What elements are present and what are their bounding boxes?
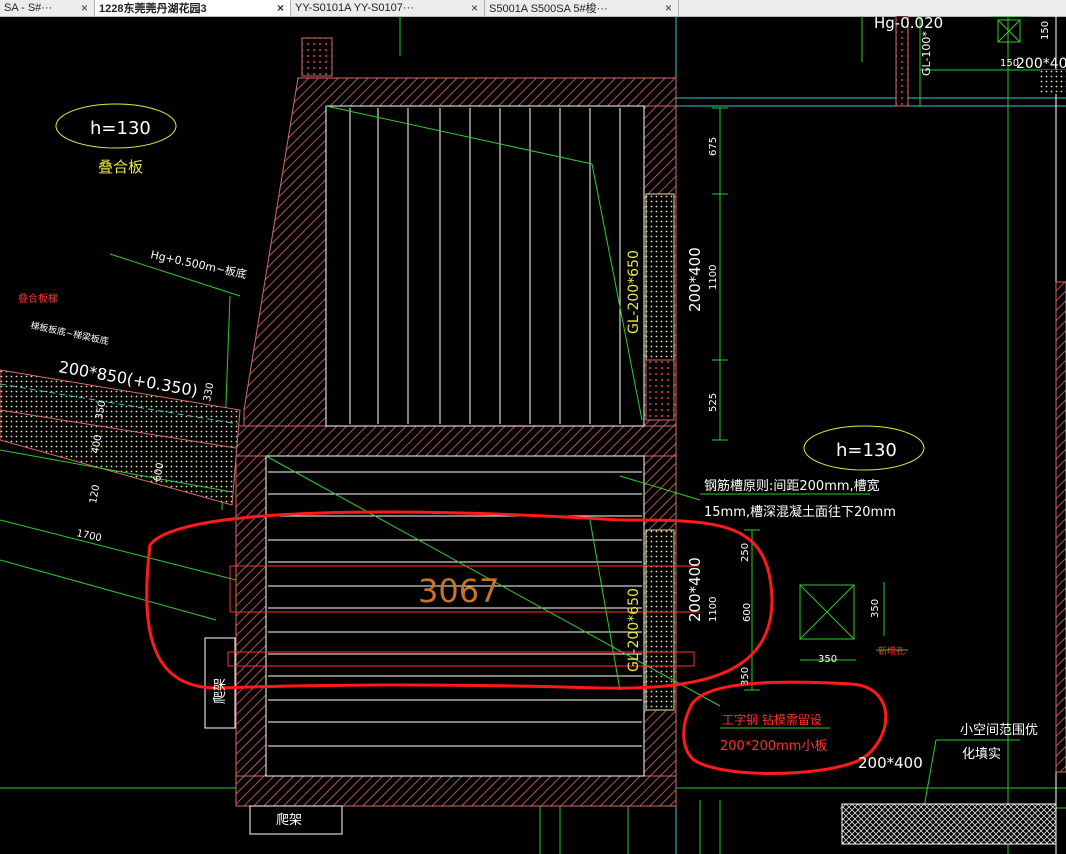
dim-250: 250 [740,543,751,562]
dimension-3067: 3067 [418,572,499,610]
beam-200x400-c: 200*400 [858,754,923,772]
steel-beam-note: 工字钢 钻模需留设 [722,712,822,727]
dim-350-d: 350 [818,654,837,665]
close-icon[interactable]: × [471,1,478,15]
right-wall-hatch [1055,281,1066,773]
fill-pad-hatch [841,803,1057,845]
drawing-tab-bar: SA - S#··· × 1228东莞莞丹湖花园3 × YY-S0101A YY… [0,0,1066,17]
climb-frame-label-1: 爬架 [213,678,228,704]
cad-drawing-canvas[interactable]: h=130 叠合板 h=130 Hg-0.020 GL-100* 150 150… [0,16,1066,854]
gl-top-label: GL-100* [920,31,933,76]
dim-150-a: 150 [1040,21,1051,40]
tab-label: YY-S0101A YY-S0107··· [295,2,414,14]
tab-drawing-2[interactable]: 1228东莞莞丹湖花园3 × [95,0,291,16]
close-icon[interactable]: × [665,1,672,15]
small-plate-note: 200*200mm小板 [720,739,827,754]
gap-note-2: 化填实 [962,747,1001,762]
beam-200x400-a: 200*400 [686,247,704,312]
close-icon[interactable]: × [277,1,284,15]
dim-350-c: 350 [870,599,881,618]
dim-1100-a: 1100 [708,265,719,290]
elevation-note: Hg+0.500m~板底 [149,247,248,281]
composite-stair-label: 叠合板梯 [18,292,58,305]
dim-600-b: 600 [742,603,753,622]
upper-slab-strips [325,105,645,427]
beam-200x40-label: 200*40 [1016,56,1066,72]
stair-note: 梯板板底~梯梁板底 [29,319,109,347]
dim-350-b: 350 [740,667,751,686]
new-hole-label: 新增孔 [878,645,905,657]
composite-slab-label: 叠合板 [98,158,143,176]
hole-symbols [799,19,1021,640]
gl-beam-a: GL-200*650 [626,250,642,334]
elevation-top: Hg-0.020 [874,16,943,32]
lower-slab-strips [265,455,645,777]
tab-drawing-3[interactable]: YY-S0101A YY-S0107··· × [291,0,485,16]
dim-1700: 1700 [75,528,102,544]
corner-wall [1040,70,1066,94]
slab-thickness-right: h=130 [836,440,897,461]
tab-drawing-4[interactable]: S5001A S500SA 5#梭··· × [485,0,679,16]
dim-330: 330 [202,382,216,403]
dim-120: 120 [88,484,102,505]
rebar-groove-note-2: 15mm,槽深混凝土面往下20mm [704,504,896,520]
rebar-groove-note-1: 钢筋槽原则:间距200mm,槽宽 [704,478,880,494]
slab-thickness-left: h=130 [90,118,151,139]
tab-label: 1228东莞莞丹湖花园3 [99,3,207,15]
beam-200x400-b: 200*400 [686,557,704,622]
climb-frame-label-2: 爬架 [276,813,302,828]
dimension-lines [712,16,1030,691]
dim-675: 675 [708,137,719,156]
gl-beam-b: GL-200*650 [626,588,642,672]
close-icon[interactable]: × [81,1,88,15]
gap-note-1: 小空间范围优 [960,723,1038,738]
dim-1100-b: 1100 [708,597,719,622]
tab-label: S5001A S500SA 5#梭··· [489,3,608,15]
tab-drawing-1[interactable]: SA - S#··· × [0,0,95,16]
dim-525: 525 [708,393,719,412]
tab-label: SA - S#··· [4,2,53,14]
